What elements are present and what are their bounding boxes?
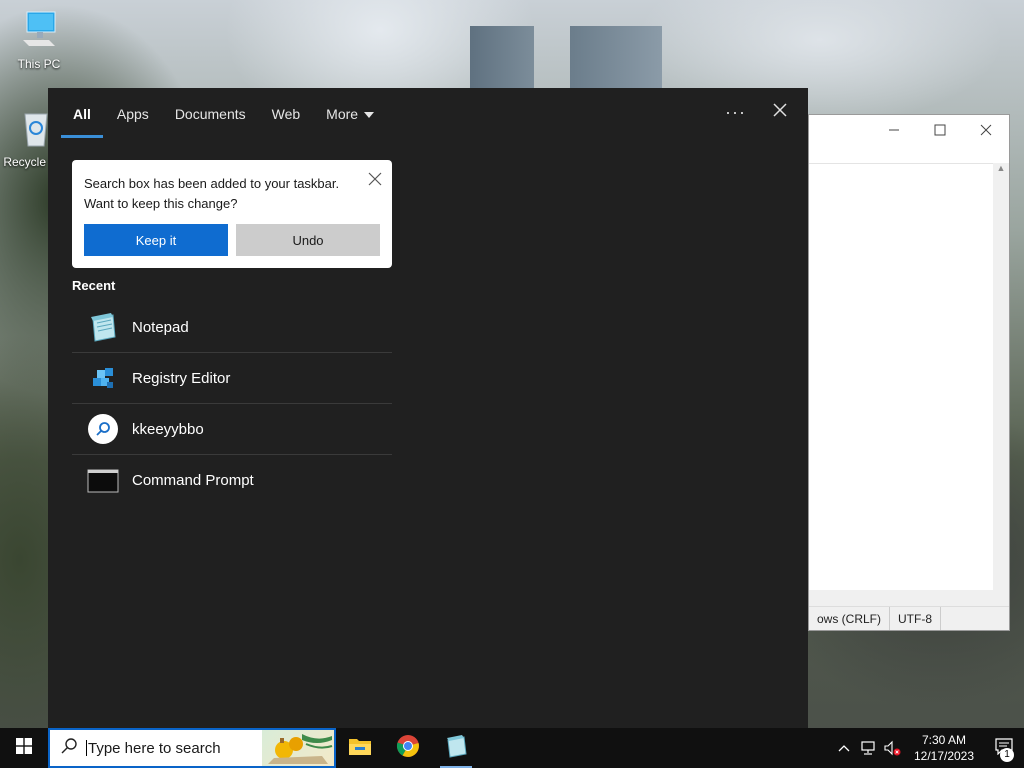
notepad-window[interactable]: ▲ ows (CRLF) UTF-8 [808, 114, 1010, 631]
close-icon[interactable] [368, 172, 382, 191]
keep-it-button[interactable]: Keep it [84, 224, 228, 256]
search-icon [87, 413, 119, 445]
notepad-titlebar[interactable] [809, 115, 1009, 145]
start-button[interactable] [0, 728, 48, 768]
tab-web[interactable]: Web [259, 100, 314, 138]
taskbar-app-notepad[interactable] [432, 728, 480, 768]
close-button[interactable] [963, 115, 1009, 145]
network-icon[interactable] [856, 728, 880, 768]
search-tabs: All Apps Documents Web More [60, 100, 387, 138]
recent-item-notepad[interactable]: Notepad [72, 302, 392, 353]
registry-editor-icon [87, 362, 119, 394]
toast-message: Search box has been added to your taskba… [84, 176, 340, 211]
search-icon [60, 737, 78, 760]
taskbar-app-chrome[interactable] [384, 728, 432, 768]
close-icon[interactable] [772, 102, 788, 123]
windows-logo-icon [16, 737, 32, 759]
this-pc-icon [4, 10, 74, 53]
status-encoding: UTF-8 [890, 607, 942, 630]
recent-item-label: Registry Editor [132, 369, 231, 387]
tab-apps[interactable]: Apps [104, 100, 162, 138]
horizontal-scrollbar[interactable] [809, 590, 1009, 606]
wallpaper-building [570, 26, 662, 92]
taskbar-app-file-explorer[interactable] [336, 728, 384, 768]
search-highlight-icon [262, 730, 334, 766]
recent-list: Notepad Registry Editor kkeeyybbo Comman… [72, 302, 392, 506]
recent-heading: Recent [72, 278, 116, 293]
notepad-status-bar: ows (CRLF) UTF-8 [809, 606, 1009, 630]
desktop-icon-label: This PC [17, 57, 61, 71]
taskbar-search-box[interactable]: Type here to search [48, 728, 336, 768]
taskbar: Type here to search 7:30 AM 12/17/2023 1 [0, 728, 1024, 768]
recent-item-label: Notepad [132, 318, 189, 336]
clock-date: 12/17/2023 [913, 749, 975, 763]
chevron-up-icon[interactable] [832, 728, 856, 768]
recent-item-search-term[interactable]: kkeeyybbo [72, 404, 392, 455]
panel-actions: ··· [725, 102, 788, 123]
command-prompt-icon [87, 465, 119, 497]
taskbar-clock[interactable]: 7:30 AM 12/17/2023 [908, 732, 980, 764]
tab-more[interactable]: More [313, 100, 387, 138]
scroll-up-arrow[interactable]: ▲ [993, 163, 1009, 173]
chevron-down-icon [364, 112, 375, 118]
file-explorer-icon [348, 735, 372, 762]
recent-item-label: kkeeyybbo [132, 420, 204, 438]
notepad-text-area[interactable] [809, 163, 993, 590]
status-line-ending: ows (CRLF) [809, 607, 891, 630]
recent-item-command-prompt[interactable]: Command Prompt [72, 455, 392, 506]
tab-documents[interactable]: Documents [162, 100, 259, 138]
notification-count-badge: 1 [1000, 748, 1014, 762]
undo-button[interactable]: Undo [236, 224, 380, 256]
chrome-icon [396, 734, 420, 763]
search-placeholder: Type here to search [88, 739, 221, 757]
recent-item-label: Command Prompt [132, 472, 254, 489]
minimize-button[interactable] [871, 115, 917, 145]
tab-all[interactable]: All [60, 100, 104, 138]
desktop-icon-this-pc[interactable]: This PC [4, 10, 74, 71]
maximize-button[interactable] [917, 115, 963, 145]
search-panel: All Apps Documents Web More ··· Search b… [48, 88, 808, 728]
more-options-icon[interactable]: ··· [725, 102, 746, 123]
volume-muted-icon[interactable] [880, 728, 904, 768]
tab-more-label: More [326, 106, 359, 122]
clock-time: 7:30 AM [921, 733, 967, 747]
taskbar-search-toast: Search box has been added to your taskba… [72, 160, 392, 268]
notepad-icon [444, 734, 468, 763]
action-center-button[interactable]: 1 [984, 728, 1024, 768]
wallpaper-building [470, 26, 534, 96]
notepad-icon [87, 311, 119, 343]
recent-item-registry-editor[interactable]: Registry Editor [72, 353, 392, 404]
vertical-scrollbar[interactable]: ▲ [993, 163, 1009, 590]
system-tray: 7:30 AM 12/17/2023 1 [832, 728, 1024, 768]
